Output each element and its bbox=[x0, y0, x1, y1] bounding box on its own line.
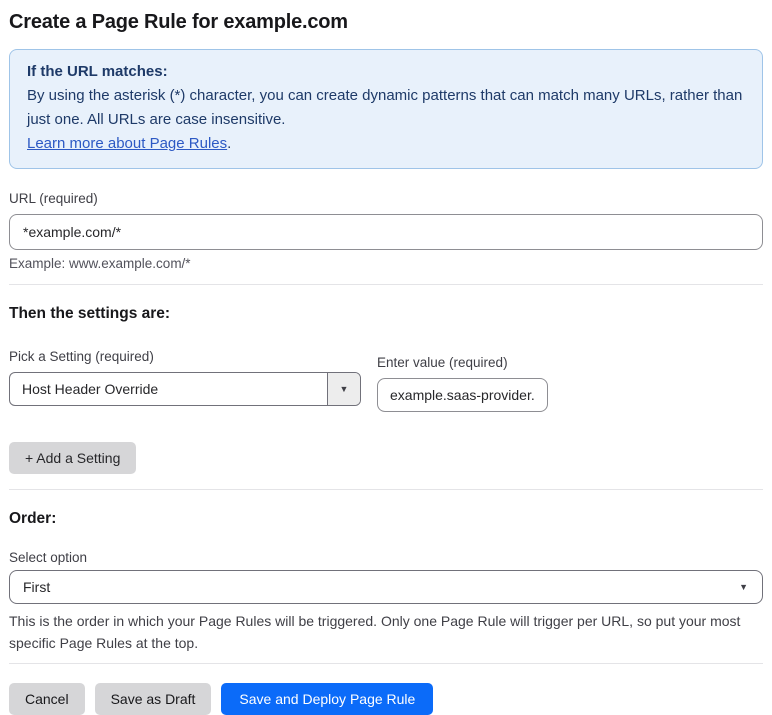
cancel-button[interactable]: Cancel bbox=[9, 683, 85, 715]
setting-picker-col: Pick a Setting (required) Host Header Ov… bbox=[9, 348, 361, 412]
add-setting-button[interactable]: + Add a Setting bbox=[9, 442, 137, 474]
setting-picker-arrow-button[interactable]: ▼ bbox=[327, 373, 360, 405]
setting-picker-select[interactable]: Host Header Override ▼ bbox=[9, 372, 361, 406]
chevron-down-icon: ▼ bbox=[739, 582, 748, 592]
divider bbox=[9, 663, 763, 664]
setting-picker-selected-value: Host Header Override bbox=[22, 381, 159, 397]
info-box-heading: If the URL matches: bbox=[27, 63, 168, 80]
order-select-label: Select option bbox=[9, 550, 88, 565]
url-section: URL (required) Example: www.example.com/… bbox=[9, 190, 763, 271]
divider bbox=[9, 284, 763, 285]
chevron-down-icon: ▼ bbox=[339, 383, 349, 394]
setting-value-label: Enter value (required) bbox=[377, 355, 508, 370]
order-help-text: This is the order in which your Page Rul… bbox=[9, 613, 741, 651]
url-matches-info-box: If the URL matches: By using the asteris… bbox=[9, 49, 763, 169]
setting-value-col: Enter value (required) bbox=[377, 354, 548, 412]
url-input[interactable] bbox=[9, 214, 763, 250]
info-box-body: By using the asterisk (*) character, you… bbox=[27, 87, 743, 128]
info-box-link-line: Learn more about Page Rules. bbox=[27, 132, 745, 156]
save-and-deploy-button[interactable]: Save and Deploy Page Rule bbox=[221, 683, 434, 715]
url-label: URL (required) bbox=[9, 191, 98, 206]
learn-more-link[interactable]: Learn more about Page Rules bbox=[27, 135, 227, 152]
create-page-rule-form: Create a Page Rule for example.com If th… bbox=[0, 0, 772, 715]
settings-section-heading: Then the settings are: bbox=[9, 305, 171, 322]
form-actions: Cancel Save as Draft Save and Deploy Pag… bbox=[9, 683, 763, 715]
order-selected-value: First bbox=[23, 579, 51, 595]
link-period: . bbox=[227, 135, 232, 152]
page-title: Create a Page Rule for example.com bbox=[9, 11, 348, 33]
divider bbox=[9, 489, 763, 490]
save-as-draft-button[interactable]: Save as Draft bbox=[94, 683, 212, 715]
settings-row: Pick a Setting (required) Host Header Ov… bbox=[9, 348, 763, 412]
setting-picker-label: Pick a Setting (required) bbox=[9, 349, 154, 364]
order-section-heading: Order: bbox=[9, 510, 57, 527]
setting-value-input[interactable] bbox=[377, 378, 548, 412]
url-hint: Example: www.example.com/* bbox=[9, 256, 191, 271]
order-select[interactable]: First ▼ bbox=[9, 570, 763, 604]
